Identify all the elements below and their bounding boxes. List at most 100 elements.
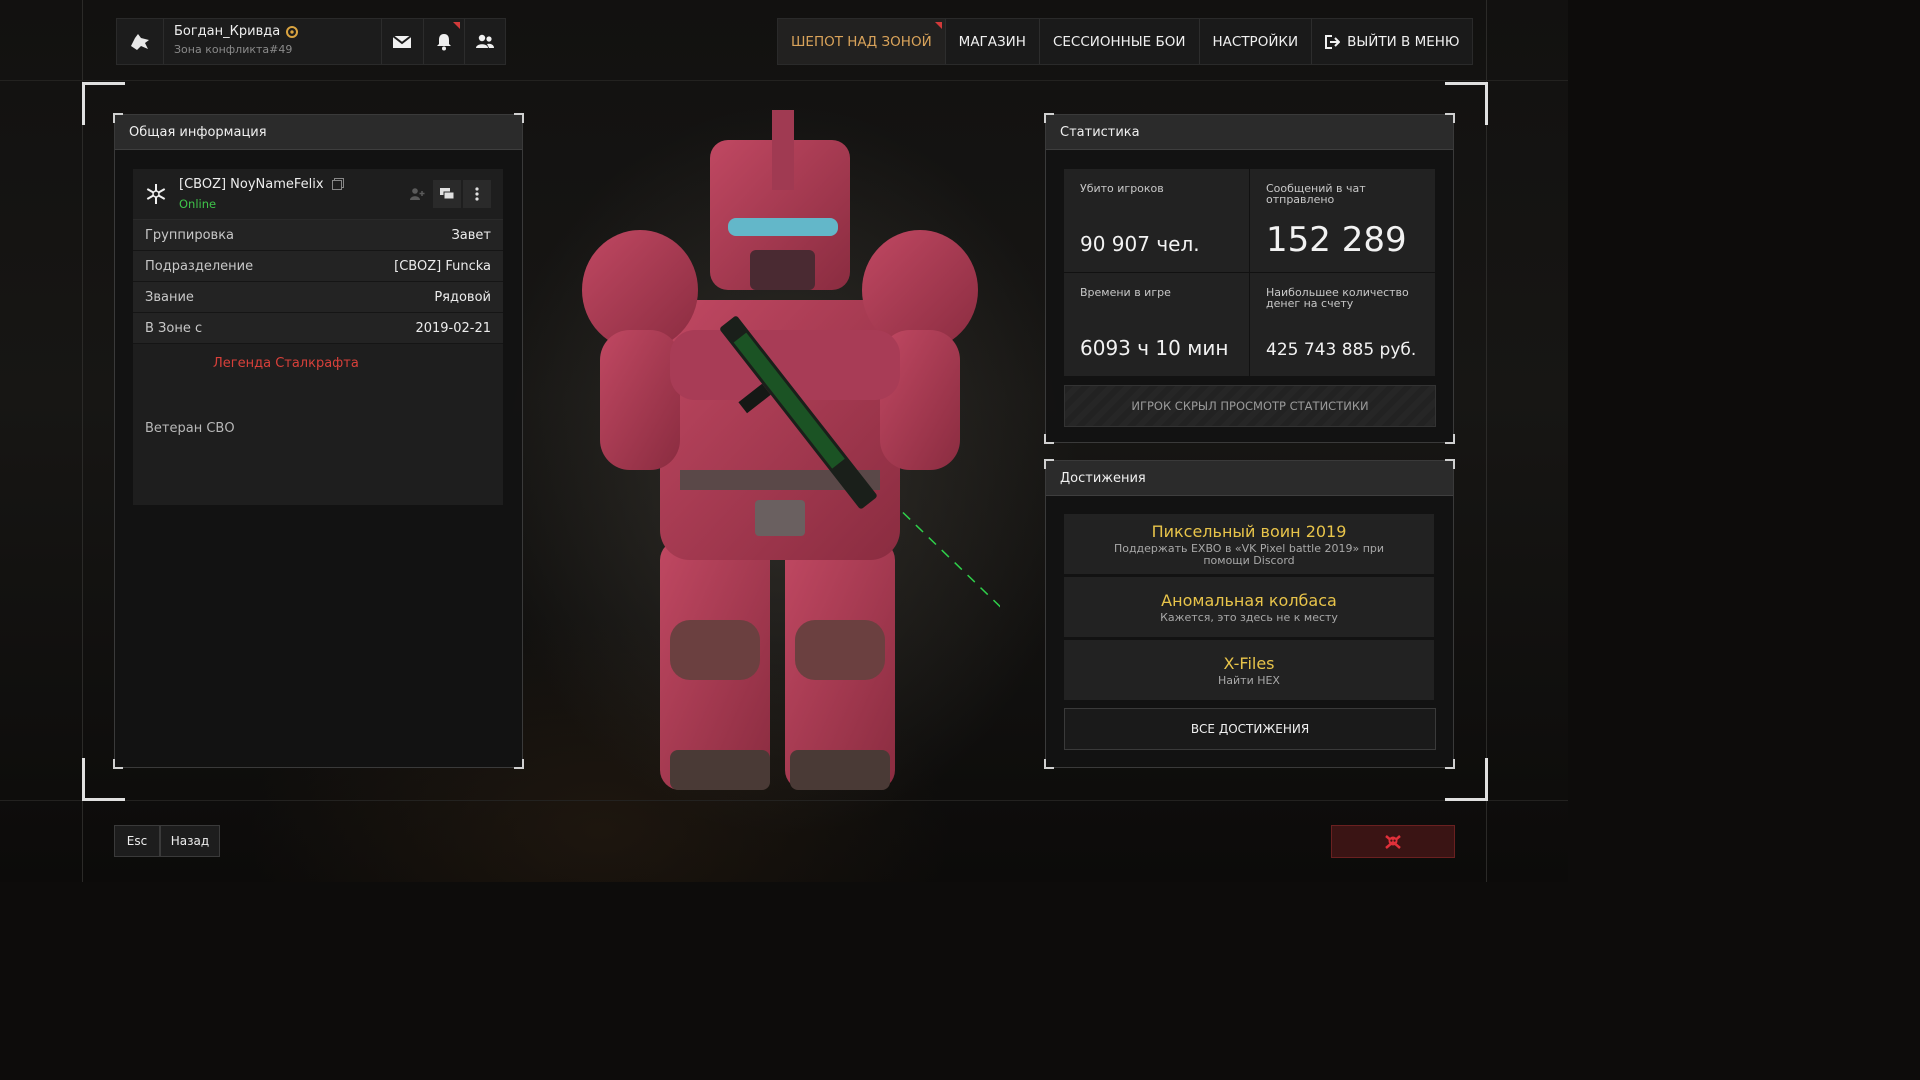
row-value: 2019-02-21	[415, 320, 491, 336]
row-value: [CBOZ] Funcka	[394, 258, 491, 274]
user-identity: [CBOZ] NoyNameFelix Online	[179, 177, 342, 211]
row-label: Группировка	[145, 227, 235, 243]
nav-label: ВЫЙТИ В МЕНЮ	[1347, 33, 1460, 50]
achievement-item[interactable]: Пиксельный воин 2019 Поддержать EXBO в «…	[1064, 514, 1434, 574]
achievement-title: Пиксельный воин 2019	[1151, 521, 1347, 541]
report-button[interactable]	[1331, 825, 1455, 858]
user-actions	[403, 180, 491, 208]
all-achievements-button[interactable]: ВСЕ ДОСТИЖЕНИЯ	[1064, 708, 1436, 750]
frame-line-right	[1486, 0, 1487, 882]
achievement-title: Аномальная колбаса	[1161, 590, 1337, 610]
nav-label: СЕССИОННЫЕ БОИ	[1052, 33, 1186, 50]
nav-shop[interactable]: МАГАЗИН	[946, 19, 1040, 64]
info-row-in-zone-since: В Зоне с 2019-02-21	[133, 313, 503, 344]
copy-icon[interactable]	[331, 179, 342, 190]
more-options-button[interactable]	[463, 180, 491, 208]
row-value: Завет	[451, 227, 491, 243]
mail-button[interactable]	[382, 19, 424, 64]
exit-icon	[1325, 34, 1341, 49]
panel-corner	[1445, 434, 1455, 444]
stat-value: 90 907 чел.	[1080, 232, 1200, 256]
nav-exit-to-menu[interactable]: ВЫЙТИ В МЕНЮ	[1312, 19, 1472, 64]
character-model	[582, 110, 1000, 790]
panel-corner	[1044, 113, 1054, 123]
nav-label: НАСТРОЙКИ	[1212, 33, 1299, 50]
player-zone: Зона конфликта#49	[173, 43, 293, 56]
panel-corner	[113, 113, 123, 123]
chat-button[interactable]	[433, 180, 461, 208]
row-value: Рядовой	[434, 289, 491, 305]
player-info[interactable]: Богдан_Кривда Зона конфликта#49	[164, 19, 383, 64]
achievement-item[interactable]: Аномальная колбаса Кажется, это здесь не…	[1064, 577, 1434, 637]
nav-label: ШЕПОТ НАД ЗОНОЙ	[791, 33, 932, 50]
stat-value: 6093 ч 10 мин	[1080, 336, 1229, 360]
main-nav: ШЕПОТ НАД ЗОНОЙ МАГАЗИН СЕССИОННЫЕ БОИ Н…	[777, 18, 1474, 65]
esc-key-button[interactable]: Esc	[114, 825, 160, 857]
stat-max-money: Наибольшее количество денег на счету 425…	[1250, 273, 1435, 376]
stat-label: Убито игроков	[1080, 182, 1164, 195]
add-friend-icon	[410, 188, 425, 200]
stat-value: 152 289	[1266, 220, 1407, 260]
panel-title: Общая информация	[115, 115, 522, 150]
user-header: [CBOZ] NoyNameFelix Online	[133, 169, 503, 220]
achievement-desc: Кажется, это здесь не к месту	[1160, 610, 1338, 624]
row-label: Подразделение	[145, 258, 254, 274]
wolf-head-icon[interactable]	[117, 19, 164, 64]
achievements-panel: Достижения Пиксельный воин 2019 Поддержа…	[1044, 459, 1455, 769]
info-row-rank: Звание Рядовой	[133, 282, 503, 313]
chat-icon	[440, 188, 455, 200]
nav-whisper-over-zone[interactable]: ШЕПОТ НАД ЗОНОЙ	[778, 19, 946, 64]
stats-grid: Убито игроков 90 907 чел. Сообщений в ча…	[1064, 169, 1435, 376]
stat-players-killed: Убито игроков 90 907 чел.	[1064, 169, 1249, 272]
snowflake-faction-icon	[133, 183, 179, 205]
panel-title: Достижения	[1046, 461, 1453, 496]
notifications-button[interactable]	[424, 19, 465, 64]
stat-label: Наибольшее количество денег на счету	[1266, 286, 1409, 310]
nav-session-battles[interactable]: СЕССИОННЫЕ БОИ	[1040, 19, 1200, 64]
player-name: Богдан_Кривда	[173, 24, 281, 39]
online-status: Online	[179, 197, 217, 211]
achievement-title: X-Files	[1223, 653, 1275, 673]
frame-line-left	[82, 0, 83, 882]
nav-label: МАГАЗИН	[958, 33, 1026, 50]
bell-icon	[436, 33, 451, 50]
more-icon	[475, 187, 479, 201]
user-card: [CBOZ] NoyNameFelix Online Группировка За…	[133, 169, 503, 505]
row-label: Звание	[145, 289, 194, 305]
rank-badge-icon	[286, 25, 299, 38]
panel-corner	[1445, 459, 1455, 469]
frame-line-top	[0, 80, 1568, 81]
player-bar: Богдан_Кривда Зона конфликта#49	[116, 18, 506, 65]
username: [CBOZ] NoyNameFelix	[179, 177, 324, 192]
nav-settings[interactable]: НАСТРОЙКИ	[1200, 19, 1313, 64]
achievement-item[interactable]: X-Files Найти HEX	[1064, 640, 1434, 700]
panel-corner	[514, 759, 524, 769]
stat-chat-messages: Сообщений в чат отправлено 152 289	[1250, 169, 1435, 272]
stat-label: Сообщений в чат отправлено	[1266, 182, 1366, 206]
panel-corner	[1445, 759, 1455, 769]
player-name-row: Богдан_Кривда	[174, 24, 371, 39]
stat-time-in-game: Времени в игре 6093 ч 10 мин	[1064, 273, 1249, 376]
add-friend-button[interactable]	[403, 180, 431, 208]
statistics-panel: Статистика Убито игроков 90 907 чел. Соо…	[1044, 113, 1455, 444]
achievement-desc: Поддержать EXBO в «VK Pixel battle 2019»…	[1113, 541, 1385, 567]
veteran-title: Ветеран СВО	[145, 421, 235, 436]
skull-crossbones-icon	[1385, 834, 1401, 849]
row-label: В Зоне с	[145, 320, 203, 336]
stat-label: Времени в игре	[1080, 286, 1171, 299]
friends-icon	[475, 34, 494, 48]
legend-title: Легенда Сталкрафта	[213, 356, 359, 371]
panel-corner	[1044, 759, 1054, 769]
stat-value: 425 743 885 руб.	[1266, 340, 1417, 360]
info-row-faction: Группировка Завет	[133, 220, 503, 251]
info-row-division: Подразделение [CBOZ] Funcka	[133, 251, 503, 282]
notification-indicator	[452, 22, 460, 29]
panel-corner	[1044, 459, 1054, 469]
friends-button[interactable]	[465, 19, 505, 64]
stats-hidden-notice: ИГРОК СКРЫЛ ПРОСМОТР СТАТИСТИКИ	[1064, 385, 1436, 427]
back-button[interactable]: Назад	[160, 825, 220, 857]
general-info-panel: Общая информация [CBOZ] NoyNameFelix Onl…	[113, 113, 524, 769]
panel-corner	[514, 113, 524, 123]
username-row: [CBOZ] NoyNameFelix	[179, 177, 342, 192]
panel-title: Статистика	[1046, 115, 1453, 150]
